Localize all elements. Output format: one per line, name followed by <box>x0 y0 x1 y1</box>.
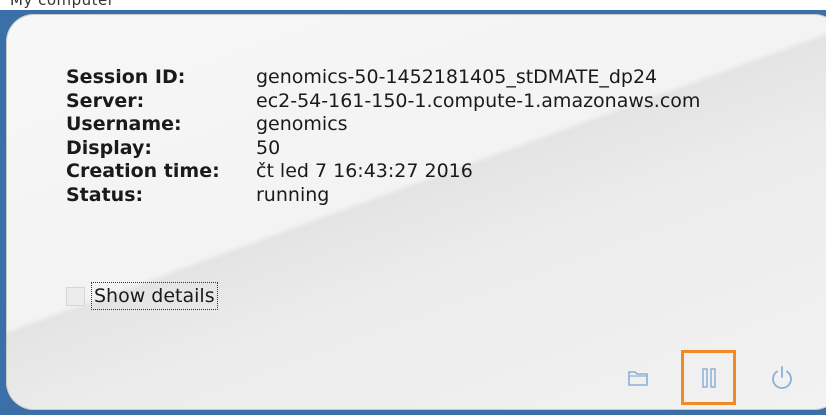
creation-time-row: Creation time: čt led 7 16:43:27 2016 <box>66 160 700 184</box>
pause-icon <box>701 367 716 388</box>
creation-time-label: Creation time: <box>66 160 220 182</box>
username-row: Username: genomics <box>66 113 700 137</box>
server-row: Server: ec2-54-161-150-1.compute-1.amazo… <box>66 90 700 114</box>
show-details-toggle[interactable]: Show details <box>66 282 218 310</box>
folder-icon <box>628 371 648 386</box>
status-row: Status: running <box>66 184 700 208</box>
terminate-session-button[interactable] <box>768 364 796 392</box>
show-details-label[interactable]: Show details <box>91 282 218 310</box>
username-label: Username: <box>66 113 182 135</box>
status-label: Status: <box>66 183 144 206</box>
top-strip-text: My computer <box>10 0 115 9</box>
status-value: running <box>256 183 330 206</box>
pause-session-button[interactable] <box>681 350 736 405</box>
session-id-row: Session ID: genomics-50-1452181405_stDMA… <box>66 66 700 90</box>
username-value: genomics <box>256 113 348 135</box>
session-info-table: Session ID: genomics-50-1452181405_stDMA… <box>66 66 700 207</box>
creation-time-value: čt led 7 16:43:27 2016 <box>256 160 473 182</box>
display-label: Display: <box>66 136 152 159</box>
session-panel: Session ID: genomics-50-1452181405_stDMA… <box>6 14 826 410</box>
display-row: Display: 50 <box>66 137 700 161</box>
open-folder-button[interactable] <box>626 366 650 390</box>
power-icon <box>772 366 792 389</box>
show-details-checkbox[interactable] <box>66 286 85 306</box>
display-value: 50 <box>256 136 281 159</box>
server-value: ec2-54-161-150-1.compute-1.amazonaws.com <box>256 89 701 112</box>
session-id-value: genomics-50-1452181405_stDMATE_dp24 <box>256 66 658 88</box>
server-label: Server: <box>66 89 145 112</box>
session-id-label: Session ID: <box>66 66 186 88</box>
